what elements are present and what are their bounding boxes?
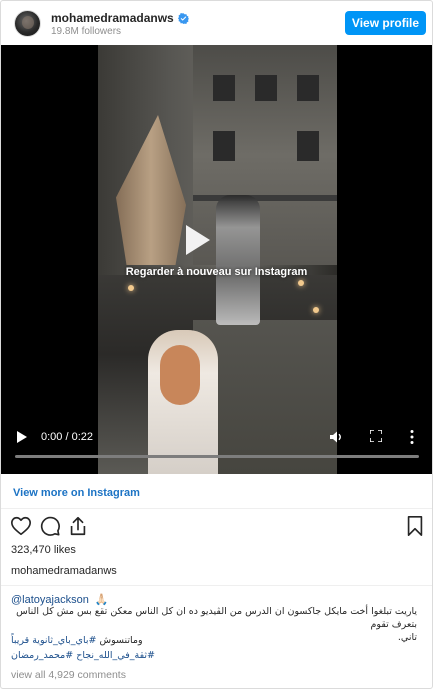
caption-line-1: ياريت تبلغوا أخت مايكل جاكسون ان الدرس م… xyxy=(16,606,417,630)
view-more-link[interactable]: View more on Instagram xyxy=(13,487,140,499)
play-icon[interactable] xyxy=(17,431,27,443)
bookmark-icon[interactable] xyxy=(404,515,426,537)
caption-owner[interactable]: mohamedramadanws xyxy=(11,565,117,577)
divider xyxy=(1,508,432,509)
more-options-icon[interactable] xyxy=(409,429,415,445)
volume-icon[interactable] xyxy=(329,430,343,444)
time-display: 0:00 / 0:22 xyxy=(41,431,93,443)
progress-bar[interactable] xyxy=(15,455,419,458)
share-icon[interactable] xyxy=(67,515,89,537)
hashtag-line-1: وماتنسوش #باي_باي_ثانوية قريباً xyxy=(11,634,417,647)
fullscreen-icon[interactable] xyxy=(370,430,382,442)
video-frame xyxy=(98,45,337,474)
like-count[interactable]: 323,470 likes xyxy=(11,544,76,556)
play-overlay-icon[interactable] xyxy=(178,221,216,259)
post-header: mohamedramadanws 19.8M followers View pr… xyxy=(1,1,432,45)
video-player[interactable]: Regarder à nouveau sur Instagram 0:00 / … xyxy=(1,45,432,474)
view-profile-button[interactable]: View profile xyxy=(345,11,426,35)
video-controls: 0:00 / 0:22 xyxy=(1,419,432,459)
hashtag-prefix: وماتنسوش xyxy=(96,635,143,646)
username[interactable]: mohamedramadanws xyxy=(51,11,174,25)
performer xyxy=(216,195,260,325)
verified-badge-icon xyxy=(177,12,189,24)
audience-hair xyxy=(160,345,200,405)
hashtag-line-2[interactable]: #ثقة_في_الله_نجاح #محمد_رمضان xyxy=(11,649,417,662)
action-bar xyxy=(1,515,432,541)
instagram-embed-card: mohamedramadanws 19.8M followers View pr… xyxy=(0,0,433,689)
hashtag-link[interactable]: #باي_باي_ثانوية قريباً xyxy=(11,635,96,646)
umbrella xyxy=(116,115,186,265)
follower-count: 19.8M followers xyxy=(51,26,122,37)
watch-again-label[interactable]: Regarder à nouveau sur Instagram xyxy=(1,266,432,278)
comment-icon[interactable] xyxy=(39,515,61,537)
view-all-comments-link[interactable]: view all 4,929 comments xyxy=(11,669,126,681)
avatar[interactable] xyxy=(14,10,41,37)
heart-icon[interactable] xyxy=(10,515,32,537)
username-row: mohamedramadanws xyxy=(51,11,189,25)
divider xyxy=(1,585,432,586)
